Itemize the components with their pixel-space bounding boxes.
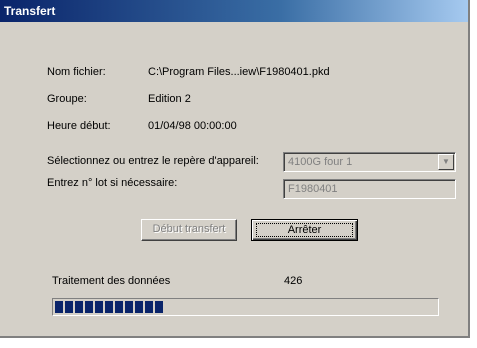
progress-block (155, 301, 163, 313)
transfer-dialog: Transfert Nom fichier: C:\Program Files.… (0, 0, 470, 338)
progress-block (115, 301, 123, 313)
device-select[interactable]: 4100G four 1 ▼ (283, 152, 456, 172)
progress-block (85, 301, 93, 313)
lot-number-value: F1980401 (288, 183, 338, 195)
stop-button[interactable]: Arrêter (251, 219, 358, 241)
progress-fill (55, 301, 436, 313)
group-value: Edition 2 (148, 93, 191, 105)
start-time-label: Heure début: (47, 120, 111, 132)
progress-block (105, 301, 113, 313)
progress-block (145, 301, 153, 313)
lot-number-field[interactable]: F1980401 (283, 179, 456, 199)
progress-block (95, 301, 103, 313)
filename-label: Nom fichier: (47, 66, 106, 78)
start-transfer-label: Début transfert (152, 223, 226, 235)
progress-block (65, 301, 73, 313)
lot-label: Entrez n° lot si nécessaire: (47, 177, 178, 189)
chevron-down-icon[interactable]: ▼ (438, 154, 454, 170)
stop-button-label: Arrêter (256, 223, 353, 237)
progress-block (75, 301, 83, 313)
filename-value: C:\Program Files...iew\F1980401.pkd (148, 66, 330, 78)
progress-block (125, 301, 133, 313)
progress-block (135, 301, 143, 313)
progress-count: 426 (284, 275, 303, 287)
group-label: Groupe: (47, 93, 87, 105)
device-select-label: Sélectionnez ou entrez le repère d'appar… (47, 155, 259, 167)
progress-block (55, 301, 63, 313)
window-title: Transfert (0, 0, 468, 22)
progress-label: Traitement des données (52, 275, 171, 287)
device-select-value: 4100G four 1 (288, 156, 353, 168)
progress-bar (52, 298, 439, 316)
start-time-value: 01/04/98 00:00:00 (148, 120, 237, 132)
start-transfer-button[interactable]: Début transfert (141, 219, 237, 241)
